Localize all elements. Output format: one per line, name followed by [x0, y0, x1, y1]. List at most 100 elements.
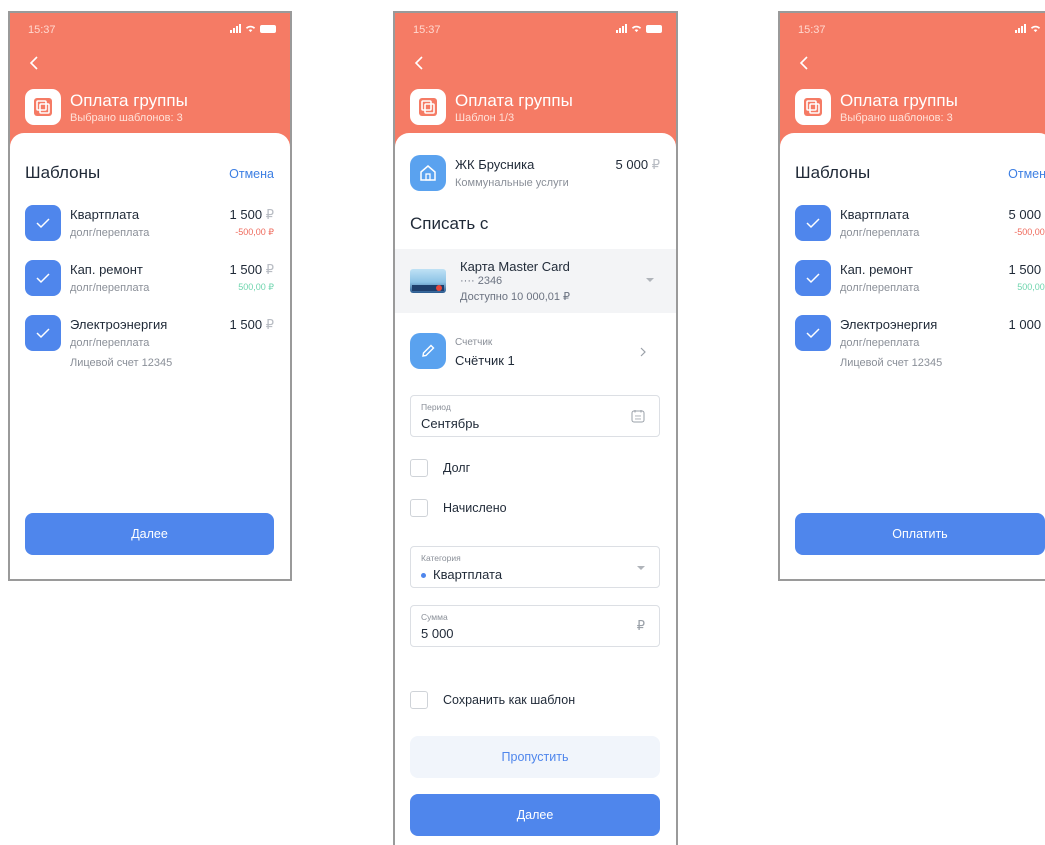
debt-checkbox[interactable]	[410, 459, 428, 477]
template-name: Кап. ремонт	[840, 262, 913, 277]
template-item[interactable]: Электроэнергия долг/переплата Лицевой сч…	[795, 315, 1045, 377]
template-sub: долг/переплата	[840, 227, 920, 239]
sum-field[interactable]: Сумма 5 000 ₽	[410, 605, 660, 647]
provider-row: ЖК Брусника Коммунальные услуги 5 000 ₽	[410, 153, 660, 193]
screen-templates-pay: 15:37 Оплата группы Выбрано шаблонов: 3 …	[778, 11, 1045, 581]
header: 15:37 Оплата группы Выбрано шаблонов: 3	[10, 13, 290, 153]
back-arrow-icon[interactable]	[26, 53, 44, 73]
battery-icon	[260, 24, 276, 33]
template-amount: 1 500 ₽	[229, 207, 274, 222]
wifi-icon	[631, 25, 642, 33]
template-name: Электроэнергия	[840, 317, 938, 332]
content-sheet: Шаблоны Отмена Квартплата долг/переплата…	[780, 133, 1045, 579]
cancel-link[interactable]: Отмена	[229, 167, 274, 181]
signal-icon	[616, 24, 627, 33]
back-arrow-icon[interactable]	[796, 53, 814, 73]
pencil-icon	[410, 333, 446, 369]
template-sub: долг/переплата	[840, 337, 920, 349]
template-item[interactable]: Электроэнергия долг/переплата Лицевой сч…	[25, 315, 274, 377]
template-amount: 1 500 ₽	[229, 262, 274, 277]
header: 15:37 Оплата группы Выбрано шаблонов: 3	[780, 13, 1045, 153]
template-sub: долг/переплата	[70, 227, 150, 239]
template-sub: долг/переплата	[70, 282, 150, 294]
card-available: Доступно 10 000,01 ₽	[460, 291, 571, 303]
content-sheet: ЖК Брусника Коммунальные услуги 5 000 ₽ …	[395, 133, 676, 845]
template-sub: долг/переплата	[840, 282, 920, 294]
template-account: Лицевой счет 12345	[840, 357, 943, 369]
template-item[interactable]: Квартплата долг/переплата 1 500 ₽ -500,0…	[25, 205, 274, 255]
card-name: Карта Master Card	[460, 259, 570, 274]
template-name: Квартплата	[70, 207, 140, 222]
checkbox-checked-icon[interactable]	[795, 205, 831, 241]
period-label: Период	[421, 402, 451, 412]
template-name: Кап. ремонт	[70, 262, 143, 277]
category-value: Квартплата	[421, 567, 502, 582]
status-icons	[616, 24, 662, 33]
sum-value: 5 000	[421, 626, 454, 641]
page-subtitle: Шаблон 1/3	[455, 112, 515, 124]
status-time: 15:37	[28, 24, 56, 36]
back-arrow-icon[interactable]	[411, 53, 429, 73]
content-sheet: Шаблоны Отмена Квартплата долг/переплата…	[10, 133, 290, 579]
next-button[interactable]: Далее	[25, 513, 274, 555]
template-delta: 500,00 ₽	[238, 282, 274, 292]
group-payment-icon	[25, 89, 61, 125]
category-dot-icon	[421, 573, 426, 579]
next-button[interactable]: Далее	[410, 794, 660, 836]
template-amount: 5 000 ₽	[1008, 207, 1045, 222]
provider-name: ЖК Брусника	[455, 157, 535, 172]
template-amount: 1 500 ₽	[1008, 262, 1045, 277]
template-delta: -500,00 ₽	[235, 227, 274, 237]
page-subtitle: Выбрано шаблонов: 3	[840, 112, 953, 124]
checkbox-checked-icon[interactable]	[25, 260, 61, 296]
section-title: Шаблоны	[25, 163, 101, 182]
template-amount: 1 500 ₽	[229, 317, 274, 332]
status-icons	[1015, 24, 1045, 33]
template-item[interactable]: Кап. ремонт долг/переплата 1 500 ₽ 500,0…	[25, 260, 274, 310]
wifi-icon	[1030, 25, 1041, 33]
meter-label: Счетчик	[455, 337, 493, 348]
meter-value: Счётчик 1	[455, 353, 515, 368]
accrued-checkbox[interactable]	[410, 499, 428, 517]
ruble-icon: ₽	[636, 618, 645, 633]
template-account: Лицевой счет 12345	[70, 357, 173, 369]
checkbox-checked-icon[interactable]	[795, 315, 831, 351]
sum-label: Сумма	[421, 612, 448, 622]
provider-category: Коммунальные услуги	[455, 177, 569, 189]
debt-label: Долг	[443, 461, 471, 475]
template-item[interactable]: Квартплата долг/переплата 5 000 ₽ -500,0…	[795, 205, 1045, 255]
cancel-link[interactable]: Отмена	[1008, 167, 1045, 181]
category-select[interactable]: Категория Квартплата	[410, 546, 660, 588]
status-time: 15:37	[798, 24, 826, 36]
checkbox-checked-icon[interactable]	[25, 315, 61, 351]
period-field[interactable]: Период Сентябрь	[410, 395, 660, 437]
checkbox-checked-icon[interactable]	[25, 205, 61, 241]
page-subtitle: Выбрано шаблонов: 3	[70, 112, 183, 124]
skip-button[interactable]: Пропустить	[410, 736, 660, 778]
meter-selector[interactable]: Счетчик Счётчик 1	[410, 331, 660, 375]
home-icon	[410, 155, 446, 191]
chevron-down-icon	[637, 566, 645, 570]
category-label: Категория	[421, 553, 461, 563]
accrued-label: Начислено	[443, 501, 507, 515]
pay-button[interactable]: Оплатить	[795, 513, 1045, 555]
section-title: Шаблоны	[795, 163, 871, 182]
template-item[interactable]: Кап. ремонт долг/переплата 1 500 ₽ 500,0…	[795, 260, 1045, 310]
calendar-icon[interactable]	[631, 409, 645, 423]
signal-icon	[1015, 24, 1026, 33]
save-template-label: Сохранить как шаблон	[443, 693, 576, 707]
page-title: Оплата группы	[840, 91, 958, 110]
screen-template-step: 15:37 Оплата группы Шаблон 1/3 ЖК Брусни…	[393, 11, 678, 845]
save-template-checkbox[interactable]	[410, 691, 428, 709]
template-amount: 1 000 ₽	[1008, 317, 1045, 332]
provider-amount: 5 000 ₽	[615, 157, 660, 172]
card-selector[interactable]: Карта Master Card ···· 2346 Доступно 10 …	[395, 249, 676, 313]
status-icons	[230, 24, 276, 33]
checkbox-checked-icon[interactable]	[795, 260, 831, 296]
group-payment-icon	[795, 89, 831, 125]
template-name: Электроэнергия	[70, 317, 168, 332]
wifi-icon	[245, 25, 256, 33]
battery-icon	[646, 24, 662, 33]
chevron-right-icon	[640, 347, 646, 357]
group-payment-icon	[410, 89, 446, 125]
